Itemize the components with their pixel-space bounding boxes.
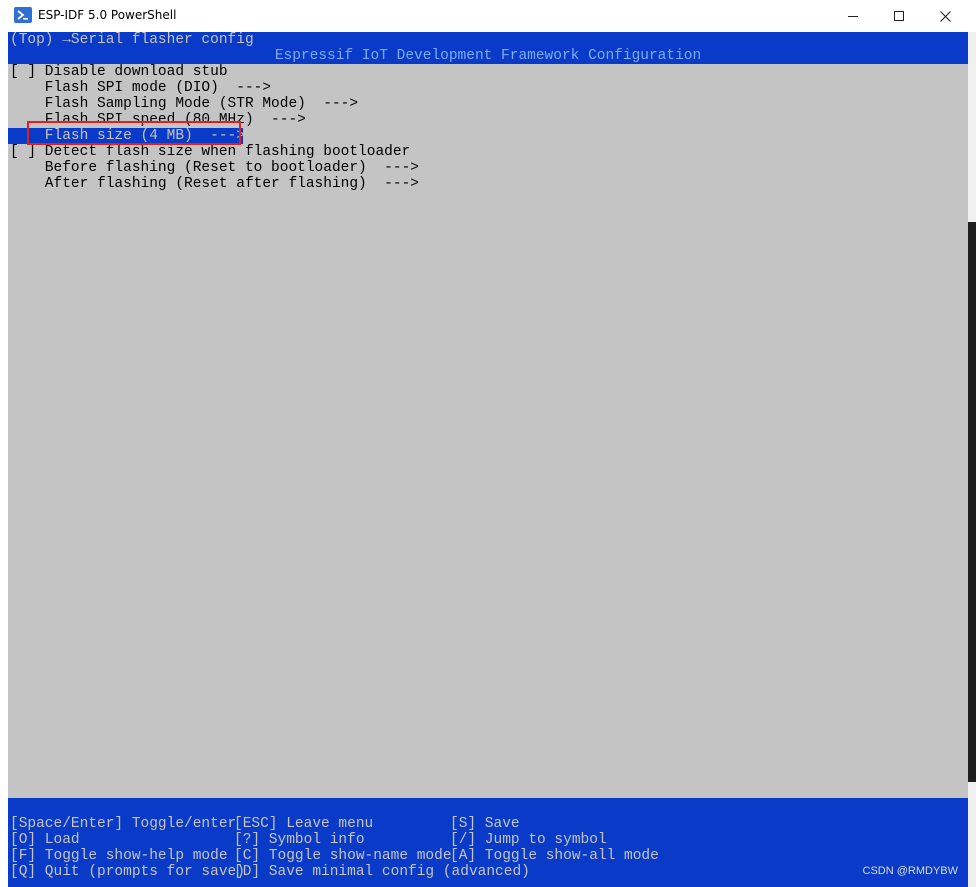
watermark: CSDN @RMDYBW — [862, 865, 959, 877]
menu-item-before-flashing[interactable]: Before flashing (Reset to bootloader) --… — [8, 160, 968, 176]
help-line: [F] Toggle show-help mode [C] Toggle sho… — [10, 848, 659, 864]
menu-item-after-flashing[interactable]: After flashing (Reset after flashing) --… — [8, 176, 968, 192]
menu-item-disable-download-stub[interactable]: [ ] Disable download stub — [8, 64, 968, 80]
title-bar[interactable]: ESP-IDF 5.0 PowerShell — [0, 0, 976, 32]
config-header: Espressif IoT Development Framework Conf… — [8, 48, 968, 64]
help-line: [Space/Enter] Toggle/enter [ESC] Leave m… — [10, 816, 520, 832]
menuconfig-terminal[interactable]: (Top) →Serial flasher config Espressif I… — [8, 32, 968, 887]
minimize-button[interactable] — [830, 0, 876, 32]
close-button[interactable] — [922, 0, 968, 32]
breadcrumb-text: (Top) →Serial flasher config — [10, 32, 254, 48]
maximize-icon — [894, 11, 904, 21]
annotation-highlight-box — [27, 121, 241, 145]
terminal-window: ESP-IDF 5.0 PowerShell (Top) →Serial fla… — [0, 0, 976, 887]
background-window-edge — [968, 32, 976, 887]
maximize-button[interactable] — [876, 0, 922, 32]
help-line: [O] Load [?] Symbol info [/] Jump to sym… — [10, 832, 607, 848]
minimize-icon — [848, 15, 858, 17]
menu-item-flash-sampling-mode[interactable]: Flash Sampling Mode (STR Mode) ---> — [8, 96, 968, 112]
help-separator — [8, 798, 968, 814]
help-line: [Q] Quit (prompts for save) [D] Save min… — [10, 864, 530, 880]
menu-item-flash-spi-mode[interactable]: Flash SPI mode (DIO) ---> — [8, 80, 968, 96]
menu-item-detect-flash-size[interactable]: [ ] Detect flash size when flashing boot… — [8, 144, 968, 160]
breadcrumb: (Top) →Serial flasher config — [8, 32, 968, 48]
keybinding-help: [Space/Enter] Toggle/enter [ESC] Leave m… — [8, 814, 968, 887]
powershell-icon — [14, 7, 32, 23]
close-icon — [939, 10, 951, 22]
window-title: ESP-IDF 5.0 PowerShell — [38, 8, 177, 22]
